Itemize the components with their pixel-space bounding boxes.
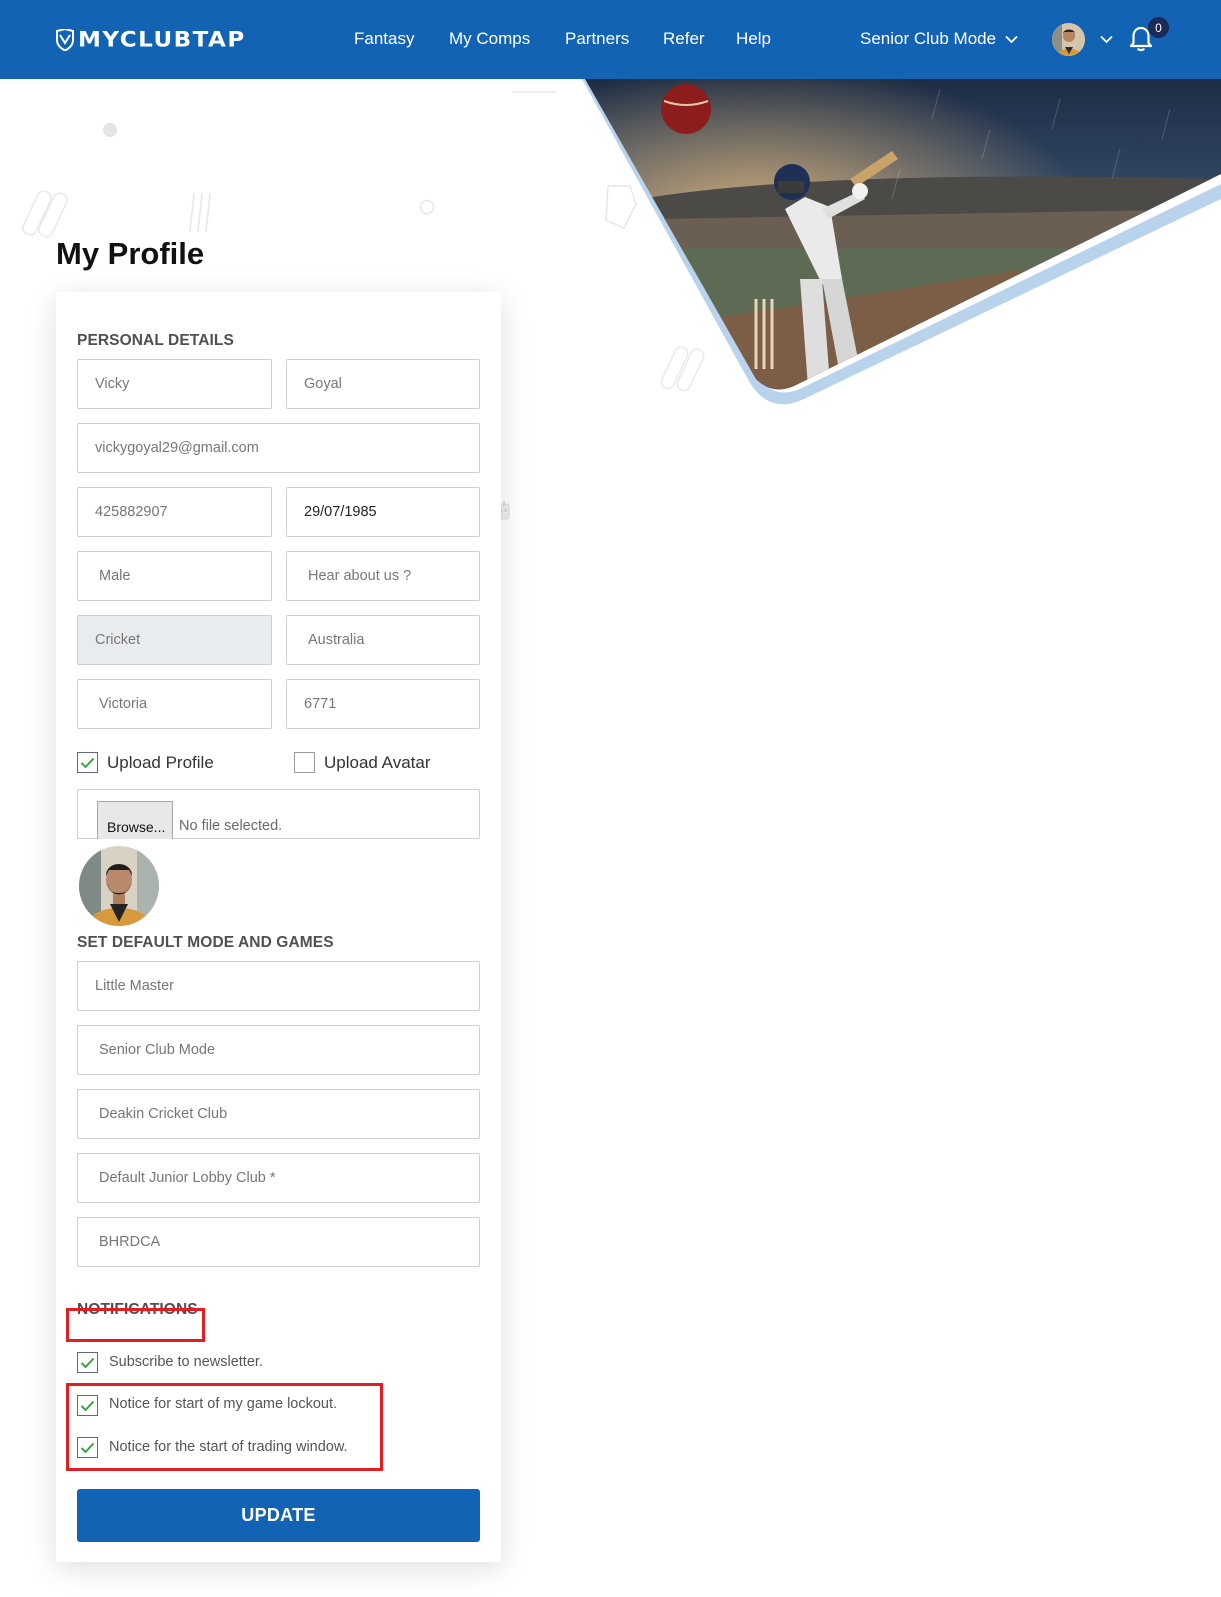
phone-field[interactable]: 425882907 [77, 487, 272, 537]
nav-my-comps[interactable]: My Comps [449, 29, 530, 49]
decorative-bat-icon [512, 91, 556, 93]
nav-refer[interactable]: Refer [663, 29, 705, 49]
default-mode-heading: SET DEFAULT MODE AND GAMES [77, 934, 334, 951]
default-mode-select[interactable]: Senior Club Mode [77, 1025, 480, 1075]
upload-profile-label: Upload Profile [107, 753, 214, 772]
default-game-select[interactable]: Little Master [77, 961, 480, 1011]
newsletter-checkbox[interactable] [77, 1352, 98, 1373]
user-avatar-image [1052, 23, 1085, 56]
mode-dropdown[interactable]: Senior Club Mode [860, 29, 1018, 49]
checkmark-icon [80, 1357, 95, 1368]
upload-avatar-checkbox[interactable] [294, 752, 315, 773]
nav-fantasy[interactable]: Fantasy [354, 29, 414, 49]
file-input: Browse... No file selected. [77, 789, 480, 839]
top-navigation-bar: MYCLUBTAP Fantasy My Comps Partners Refe… [0, 0, 1221, 79]
junior-lobby-club-select[interactable]: Default Junior Lobby Club * [77, 1153, 480, 1203]
profile-photo-image [79, 846, 159, 926]
notifications-heading-highlight [66, 1308, 205, 1342]
mode-dropdown-label: Senior Club Mode [860, 29, 997, 48]
profile-photo [79, 846, 159, 926]
decorative-stumps-icon [189, 193, 211, 233]
email-field[interactable]: vickygoyal29@gmail.com [77, 423, 480, 473]
default-club-select[interactable]: Deakin Cricket Club [77, 1089, 480, 1139]
upload-avatar-label: Upload Avatar [324, 753, 431, 772]
nav-partners[interactable]: Partners [565, 29, 629, 49]
postcode-field[interactable]: 6771 [286, 679, 480, 729]
personal-details-heading: PERSONAL DETAILS [77, 332, 234, 349]
decorative-ball-icon [103, 123, 117, 137]
logo-wordmark: MYCLUBTAP [78, 28, 246, 52]
update-button[interactable]: UPDATE [77, 1489, 480, 1542]
browse-button[interactable]: Browse... [97, 801, 173, 839]
page-title: My Profile [56, 236, 205, 271]
gender-select[interactable]: Male [77, 551, 272, 601]
state-select[interactable]: Victoria [77, 679, 272, 729]
brand-logo[interactable]: MYCLUBTAP [55, 26, 246, 54]
country-select[interactable]: Australia [286, 615, 480, 665]
profile-form-card: PERSONAL DETAILS Vicky Goyal vickygoyal2… [56, 292, 501, 1562]
upload-profile-checkbox[interactable] [77, 752, 98, 773]
date-of-birth-field[interactable]: 29/07/1985 [286, 487, 480, 537]
notice-options-highlight [66, 1383, 383, 1471]
first-name-field[interactable]: Vicky [77, 359, 272, 409]
avatar-chevron-down-icon[interactable] [1100, 35, 1113, 44]
notification-count-badge: 0 [1148, 17, 1169, 38]
nav-help[interactable]: Help [736, 29, 771, 49]
sport-field: Cricket [77, 615, 272, 665]
chevron-down-icon [1005, 35, 1018, 43]
user-avatar-menu[interactable] [1052, 23, 1085, 56]
hear-about-us-select[interactable]: Hear about us ? [286, 551, 480, 601]
newsletter-label: Subscribe to newsletter. [109, 1354, 263, 1370]
file-status-text: No file selected. [179, 818, 283, 834]
decorative-ball-icon [419, 199, 435, 215]
association-select[interactable]: BHRDCA [77, 1217, 480, 1267]
checkmark-icon [80, 757, 95, 768]
last-name-field[interactable]: Goyal [286, 359, 480, 409]
hero-cricket-banner [582, 79, 1221, 405]
logo-shield-icon [56, 29, 74, 51]
